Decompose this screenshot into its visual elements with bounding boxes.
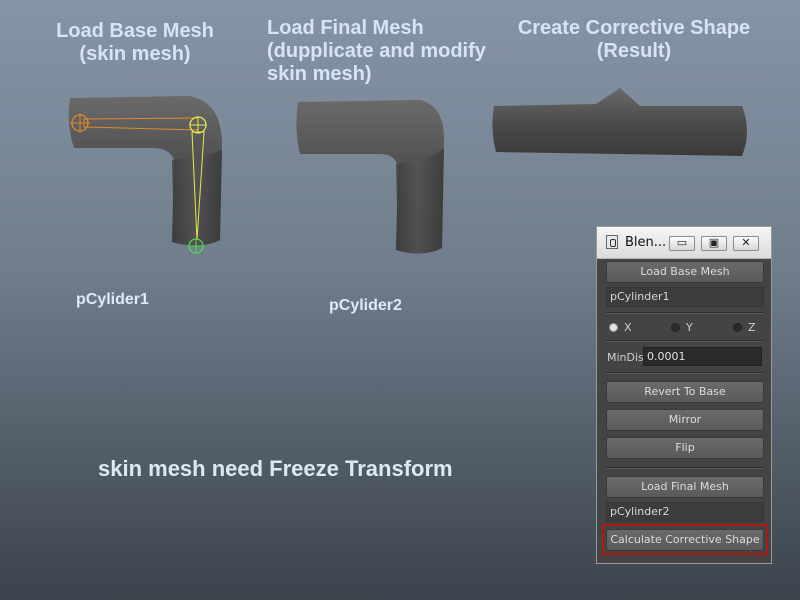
axis-z-radio[interactable]: Z [733, 321, 756, 334]
final-mesh-label: pCylider2 [329, 297, 402, 314]
axis-x-label: X [624, 321, 632, 334]
result-heading-line2: (Result) [596, 40, 672, 62]
base-mesh-field[interactable]: pCylinder1 [606, 287, 764, 307]
maximize-button[interactable]: ▣ [701, 236, 727, 251]
divider [606, 467, 764, 469]
final-heading-line1: Load Final Mesh [267, 17, 424, 39]
final-mesh-viewport-object[interactable] [292, 98, 452, 258]
axis-x-radio[interactable]: X [609, 321, 632, 334]
result-heading-line1: Create Corrective Shape [517, 17, 751, 39]
axis-z-label: Z [748, 321, 756, 334]
radio-unselected-icon [671, 323, 680, 332]
result-mesh-body [492, 88, 747, 156]
window-titlebar[interactable]: Blen... ▭ ▣ ✕ [597, 227, 771, 259]
window-title: Blen... [625, 235, 667, 250]
radio-unselected-icon [733, 323, 742, 332]
axis-y-label: Y [686, 321, 693, 334]
base-heading-line1: Load Base Mesh [56, 20, 214, 42]
final-heading-line3: skin mesh) [267, 63, 372, 85]
freeze-transform-note: skin mesh need Freeze Transform [98, 456, 453, 481]
mindis-label: MinDis: [607, 351, 648, 364]
final-mesh-heading: Load Final Mesh (dupplicate and modify s… [267, 17, 486, 86]
calculate-corrective-shape-button[interactable]: Calculate Corrective Shape [606, 529, 764, 551]
base-mesh-heading: Load Base Mesh (skin mesh) [40, 20, 230, 66]
divider [606, 372, 764, 374]
radio-selected-icon [609, 323, 618, 332]
final-heading-line2: (dupplicate and modify [267, 40, 486, 62]
blendshape-tool-window: Blen... ▭ ▣ ✕ Load Base Mesh pCylinder1 … [596, 226, 772, 564]
mirror-button[interactable]: Mirror [606, 409, 764, 431]
divider [606, 340, 764, 342]
base-mesh-viewport-object[interactable] [60, 90, 230, 260]
result-heading: Create Corrective Shape (Result) [506, 17, 762, 63]
axis-y-radio[interactable]: Y [671, 321, 693, 334]
result-mesh-viewport-object[interactable] [490, 86, 755, 161]
base-heading-line2: (skin mesh) [79, 43, 191, 65]
divider [606, 312, 764, 314]
mindis-input[interactable]: 0.0001 [643, 347, 762, 366]
flip-button[interactable]: Flip [606, 437, 764, 459]
revert-to-base-button[interactable]: Revert To Base [606, 381, 764, 403]
load-base-mesh-button[interactable]: Load Base Mesh [606, 261, 764, 283]
minimize-button[interactable]: ▭ [669, 236, 695, 251]
app-icon [606, 235, 618, 249]
final-mesh-field[interactable]: pCylinder2 [606, 502, 764, 522]
load-final-mesh-button[interactable]: Load Final Mesh [606, 476, 764, 498]
base-mesh-label: pCylider1 [76, 291, 149, 308]
close-button[interactable]: ✕ [733, 236, 759, 251]
